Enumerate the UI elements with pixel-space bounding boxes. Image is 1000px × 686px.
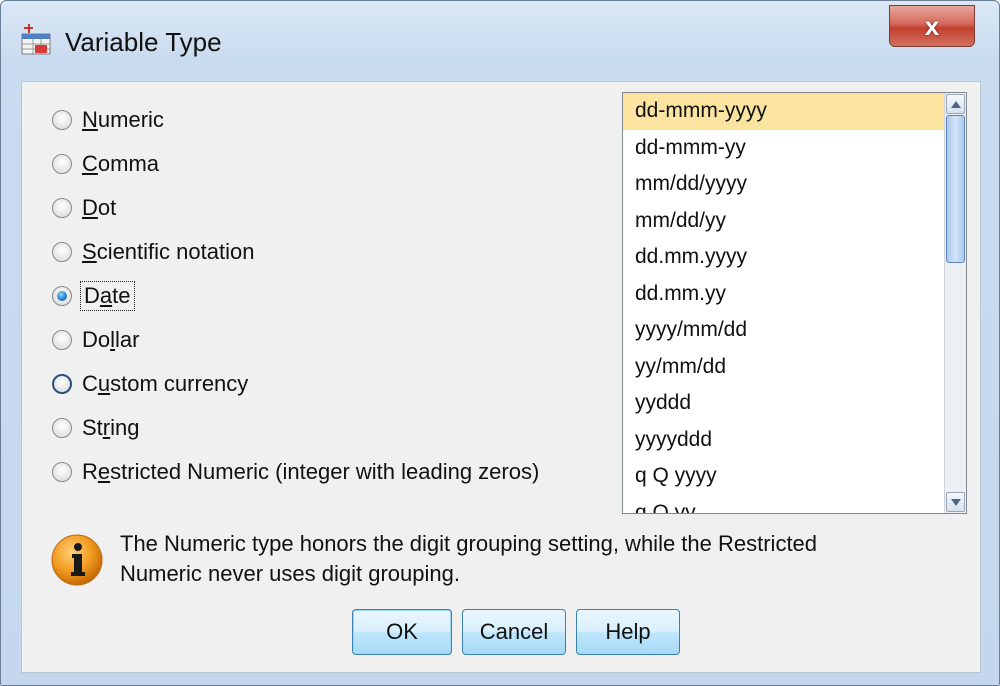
radio-button[interactable] <box>52 242 72 262</box>
radio-string[interactable]: String <box>52 410 139 446</box>
scroll-down-button[interactable] <box>946 492 965 512</box>
list-item[interactable]: dd-mmm-yy <box>623 130 944 167</box>
radio-button[interactable] <box>52 198 72 218</box>
radio-label: Custom currency <box>82 371 249 396</box>
close-button[interactable]: x <box>889 5 975 47</box>
radio-custom-currency[interactable]: Custom currency <box>52 366 248 402</box>
radio-label: Scientific notation <box>82 239 255 264</box>
list-item[interactable]: q Q yy <box>623 495 944 514</box>
list-item[interactable]: yyddd <box>623 385 944 422</box>
radio-button[interactable] <box>52 330 72 350</box>
list-item[interactable]: mm/dd/yy <box>623 203 944 240</box>
ok-button[interactable]: OK <box>352 609 452 655</box>
date-format-items: dd-mmm-yyyy dd-mmm-yy mm/dd/yyyy mm/dd/y… <box>623 93 944 513</box>
radio-dot[interactable]: Dot <box>52 190 116 226</box>
radio-label: Comma <box>82 151 160 176</box>
spss-app-icon <box>21 24 51 55</box>
list-item[interactable]: q Q yyyy <box>623 458 944 495</box>
info-text-line-2: Numeric never uses digit grouping. <box>120 561 460 586</box>
radio-label: Dollar <box>82 327 140 352</box>
radio-button[interactable] <box>52 418 72 438</box>
radio-button[interactable] <box>52 374 72 394</box>
radio-button[interactable] <box>52 110 72 130</box>
cancel-button[interactable]: Cancel <box>462 609 566 655</box>
title-bar[interactable]: Variable Type x <box>1 1 999 81</box>
help-button[interactable]: Help <box>576 609 680 655</box>
triangle-down-icon <box>950 498 961 506</box>
radio-button-selected[interactable] <box>52 286 72 306</box>
date-format-listbox[interactable]: dd-mmm-yyyy dd-mmm-yy mm/dd/yyyy mm/dd/y… <box>622 92 967 514</box>
radio-label: Dot <box>82 195 117 220</box>
radio-label: Restricted Numeric (integer with leading… <box>82 459 540 484</box>
scroll-up-button[interactable] <box>946 94 965 114</box>
radio-label: String <box>82 415 140 440</box>
info-message: The Numeric type honors the digit groupi… <box>50 529 950 599</box>
variable-type-dialog: Variable Type x Numeric Comma Dot Scient… <box>0 0 1000 686</box>
dialog-body: Numeric Comma Dot Scientific notation Da… <box>21 81 981 673</box>
window-title: Variable Type <box>65 27 222 57</box>
close-icon: x <box>924 11 940 41</box>
radio-dollar[interactable]: Dollar <box>52 322 139 358</box>
list-item[interactable]: dd.mm.yyyy <box>623 239 944 276</box>
radio-label: Numeric <box>82 107 164 132</box>
list-item[interactable]: yyyy/mm/dd <box>623 312 944 349</box>
list-item[interactable]: yyyyddd <box>623 422 944 459</box>
info-text: The Numeric type honors the digit groupi… <box>120 529 817 589</box>
list-item[interactable]: yy/mm/dd <box>623 349 944 386</box>
scrollbar-thumb[interactable] <box>946 115 965 263</box>
radio-scientific-notation[interactable]: Scientific notation <box>52 234 254 270</box>
radio-label: Date <box>80 281 135 311</box>
info-icon <box>51 534 103 586</box>
list-item[interactable]: dd-mmm-yyyy <box>623 93 944 130</box>
triangle-up-icon <box>950 100 961 108</box>
radio-button[interactable] <box>52 154 72 174</box>
vertical-scrollbar[interactable] <box>944 93 966 513</box>
info-text-line-1: The Numeric type honors the digit groupi… <box>120 531 818 556</box>
list-item[interactable]: dd.mm.yy <box>623 276 944 313</box>
radio-button[interactable] <box>52 462 72 482</box>
radio-comma[interactable]: Comma <box>52 146 159 182</box>
button-bar: OK Cancel Help <box>22 609 980 661</box>
radio-restricted-numeric[interactable]: Restricted Numeric (integer with leading… <box>52 454 539 490</box>
radio-numeric[interactable]: Numeric <box>52 102 164 138</box>
radio-date[interactable]: Date <box>52 278 135 314</box>
list-item[interactable]: mm/dd/yyyy <box>623 166 944 203</box>
